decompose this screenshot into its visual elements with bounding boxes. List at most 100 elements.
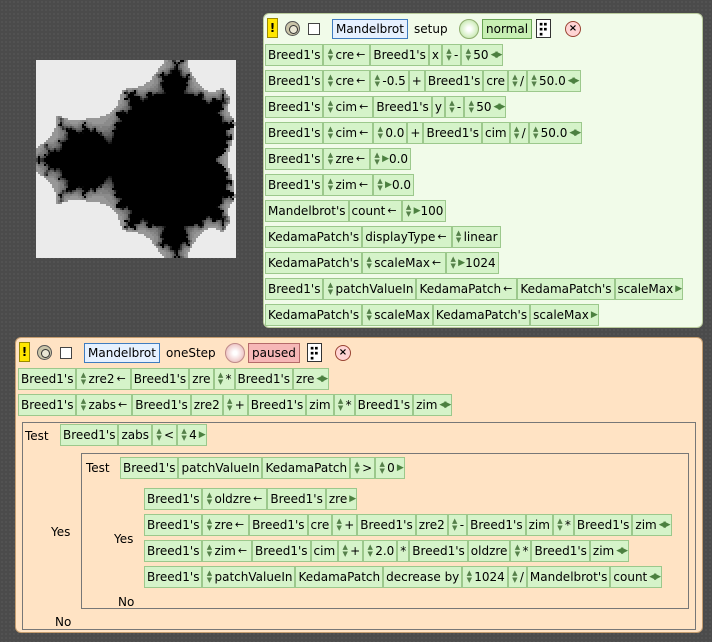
property-tile[interactable]: zre2 [88, 369, 114, 389]
player-tile[interactable]: Breed1's [424, 70, 484, 92]
value-tile[interactable]: linear [464, 227, 498, 247]
script-line[interactable]: Breed1's ▲ ▼ zre2 ← Breed1's zre ▲ ▼ * Breed1… [18, 368, 330, 390]
operator-tile[interactable]: / [520, 567, 524, 587]
go-button-icon[interactable] [285, 21, 300, 36]
player-tile[interactable]: Breed1's [267, 488, 326, 510]
script-line[interactable]: Breed1's ▲ ▼ zabs ← Breed1's zre2 ▲ ▼ + Breed… [18, 394, 453, 416]
property-tile[interactable]: cim [335, 97, 357, 117]
number-tile[interactable]: 0.0 [392, 175, 411, 195]
player-tile[interactable]: Breed1's [120, 457, 179, 479]
operator-tile[interactable]: * [565, 515, 571, 535]
menu-icon[interactable]: ▪▪ ▪▪ ▪ [536, 19, 551, 38]
player-tile[interactable]: KedamaPatch's [432, 304, 531, 326]
script-line[interactable]: Breed1's ▲ ▼ patchValueIn KedamaPatch decr… [144, 566, 663, 588]
property-tile[interactable]: count [613, 567, 647, 587]
number-tile[interactable]: 50 [476, 97, 491, 117]
property-tile[interactable]: cim [335, 123, 357, 143]
player-tile[interactable]: Breed1's [265, 174, 324, 196]
player-tile[interactable]: Breed1's [247, 394, 307, 416]
player-tile[interactable]: Breed1's [373, 96, 432, 118]
command-tile[interactable]: decrease by [383, 566, 463, 588]
operator-tile[interactable]: + [350, 541, 360, 561]
script-line[interactable]: Breed1's ▲ ▼ zre ← Breed1's cre ▲ ▼ + Breed1'… [144, 514, 672, 536]
test-condition[interactable]: Breed1's patchValueIn KedamaPatch ▲ ▼ > ▲ ▼… [120, 457, 405, 479]
tick-clock-icon[interactable] [225, 343, 245, 363]
property-tile[interactable]: y [431, 96, 445, 118]
property-tile[interactable]: zre2 [415, 514, 448, 536]
operator-tile[interactable]: + [344, 515, 354, 535]
operator-tile[interactable]: * [522, 541, 528, 561]
property-tile[interactable]: scaleMax [374, 305, 430, 325]
player-tile[interactable]: Breed1's [265, 122, 324, 144]
player-tile[interactable]: KedamaPatch's [265, 252, 363, 274]
number-tile[interactable]: 0.0 [389, 149, 408, 169]
exclamation-icon[interactable]: ! [267, 18, 278, 38]
property-tile[interactable]: scaleMax [533, 305, 589, 325]
property-tile[interactable]: zre [214, 515, 232, 535]
operator-tile[interactable]: + [408, 70, 425, 92]
player-tile[interactable]: Breed1's [354, 394, 414, 416]
onestep-script-editor[interactable]: ! Mandelbrot oneStep paused ▪▪ ▪▪ ▪ × Bree… [15, 337, 703, 633]
script-line[interactable]: Breed1's ▲ ▼ zim ← ▲ ▼ ▶ 0.0 [265, 174, 415, 196]
player-tile[interactable]: KedamaPatch's [265, 226, 363, 248]
property-tile[interactable]: oldzre [214, 489, 251, 509]
player-tile[interactable]: Breed1's [132, 394, 191, 416]
property-tile[interactable]: zim [525, 514, 553, 536]
checkbox-icon[interactable] [308, 23, 320, 35]
operator-tile[interactable]: - [457, 97, 461, 117]
player-tile[interactable]: Breed1's [531, 540, 590, 562]
player-tile[interactable]: Breed1's [423, 122, 482, 144]
test-condition[interactable]: Breed1's zabs ▲ ▼ < ▲ ▼ 4 ▶ [60, 424, 207, 446]
property-tile[interactable]: cim [481, 122, 510, 144]
script-line[interactable]: Breed1's ▲ ▼ oldzre ← Breed1's zre ▶ [144, 488, 358, 510]
operator-tile[interactable]: < [164, 425, 174, 445]
script-line[interactable]: KedamaPatch's ▲ ▼ scaleMax ← ▲ ▼ ▶ 1024 [265, 252, 499, 274]
player-tile[interactable]: KedamaPatch's [265, 304, 363, 326]
operator-tile[interactable]: / [522, 123, 526, 143]
property-tile[interactable]: zim [416, 395, 437, 415]
number-tile[interactable]: 0 [387, 458, 395, 478]
property-tile[interactable]: cre [335, 45, 354, 65]
player-tile[interactable]: Mandelbrot's [265, 200, 349, 222]
script-line[interactable]: Breed1's ▲ ▼ zim ← Breed1's cim ▲ ▼ + ▲ ▼ 2.0 *… [144, 540, 630, 562]
player-tile[interactable]: Breed1's [265, 278, 324, 300]
inner-test-block[interactable]: Test Breed1's patchValueIn KedamaPatch ▲… [81, 453, 689, 609]
script-line[interactable]: Breed1's ▲ ▼ cim ← Breed1's y ▲ ▼ - ▲ ▼ 50 ◀▶ [265, 96, 507, 118]
script-object-name[interactable]: Mandelbrot [84, 343, 160, 363]
script-line[interactable]: KedamaPatch's displayType ← ▲ ▼ linear [265, 226, 501, 248]
player-tile[interactable]: Breed1's [130, 368, 190, 390]
property-tile[interactable]: zim [635, 515, 656, 535]
property-tile[interactable]: zre [335, 149, 353, 169]
player-tile[interactable]: Breed1's [252, 540, 311, 562]
script-status[interactable]: paused [248, 343, 300, 363]
property-tile[interactable]: cre [483, 70, 508, 92]
player-tile[interactable]: Breed1's [265, 44, 324, 66]
property-tile[interactable]: zre [329, 489, 347, 509]
menu-icon[interactable]: ▪▪ ▪▪ ▪ [307, 343, 322, 362]
script-name[interactable]: oneStep [166, 343, 216, 363]
script-name[interactable]: setup [414, 19, 448, 39]
player-tile[interactable]: Breed1's [18, 394, 77, 416]
script-line[interactable]: Breed1's ▲ ▼ patchValueIn KedamaPatch ← Ked… [265, 278, 684, 300]
number-tile[interactable]: 4 [189, 425, 197, 445]
property-tile[interactable]: zre2 [190, 394, 223, 416]
script-line[interactable]: Breed1's ▲ ▼ cim ← ▲ ▼ 0.0 + Breed1's cim ▲ ▼ /… [265, 122, 583, 144]
number-tile[interactable]: 100 [421, 201, 444, 221]
property-arg-tile[interactable]: KedamaPatch [419, 279, 501, 299]
player-tile[interactable]: Breed1's [249, 514, 308, 536]
property-tile[interactable]: scaleMax [374, 253, 430, 273]
player-tile[interactable]: Breed1's [265, 96, 324, 118]
property-tile[interactable]: count [352, 201, 386, 221]
script-status[interactable]: normal [482, 19, 533, 39]
player-tile[interactable]: Breed1's [144, 488, 203, 510]
setup-script-editor[interactable]: ! Mandelbrot setup normal ▪▪ ▪▪ ▪ × Breed1… [263, 13, 703, 328]
property-tile[interactable]: patchValueIn [335, 279, 413, 299]
checkbox-icon[interactable] [60, 347, 72, 359]
number-tile[interactable]: 50.0 [539, 71, 566, 91]
property-tile[interactable]: zim [306, 394, 334, 416]
operator-tile[interactable]: / [520, 71, 524, 91]
property-tile[interactable]: zim [593, 541, 614, 561]
player-tile[interactable]: Breed1's [144, 540, 203, 562]
player-tile[interactable]: Breed1's [18, 368, 77, 390]
number-tile[interactable]: 1024 [465, 253, 496, 273]
